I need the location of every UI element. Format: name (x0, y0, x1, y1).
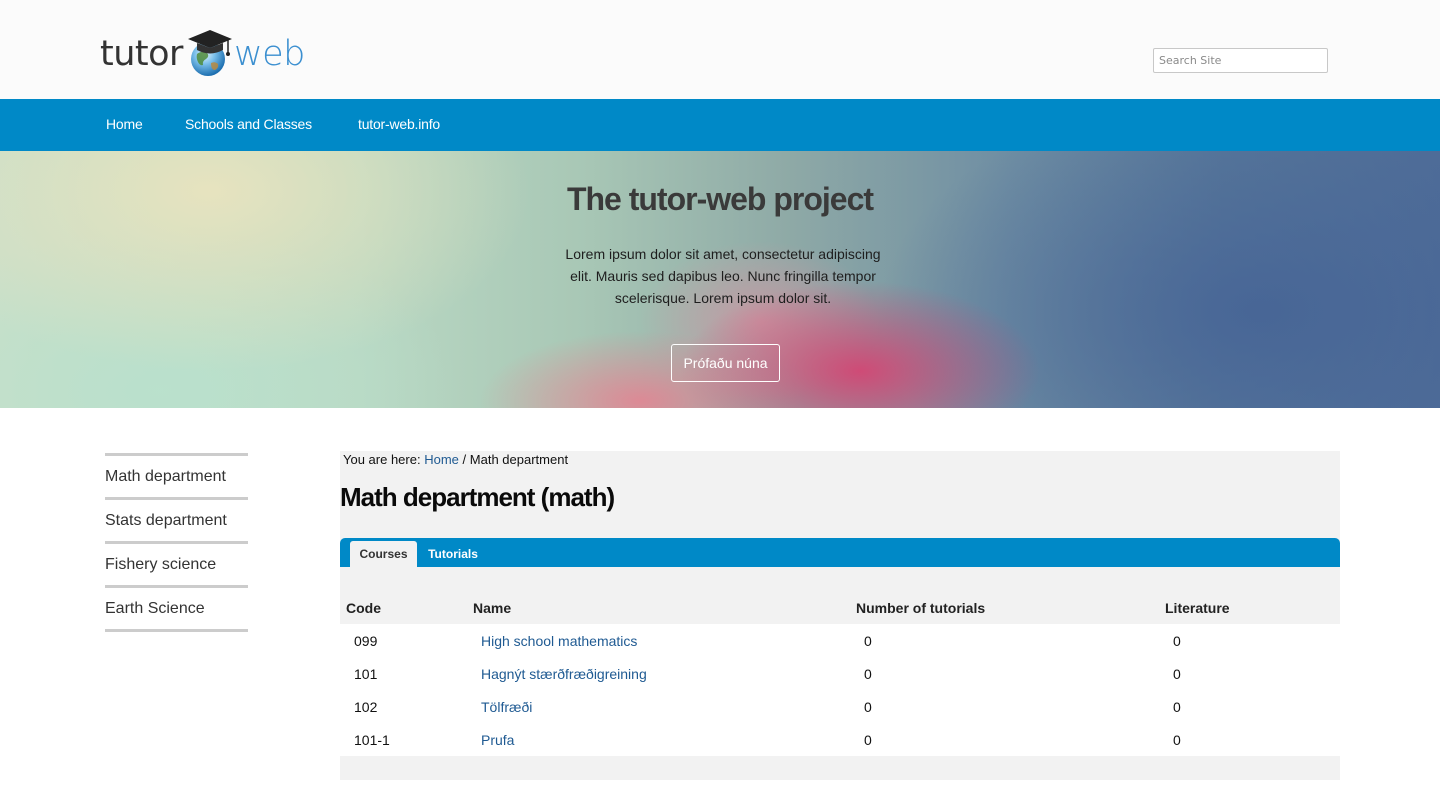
cell-tutorials: 0 (864, 666, 872, 682)
table-row: 101 Hagnýt stærðfræðigreining 0 0 (340, 657, 1340, 690)
cell-code: 099 (354, 633, 378, 649)
breadcrumb-separator: / (462, 452, 467, 467)
main-content: You are here: Home / Math department Mat… (340, 451, 1340, 780)
column-header-number-of-tutorials[interactable]: Number of tutorials (856, 600, 985, 616)
course-link[interactable]: Prufa (481, 732, 514, 748)
cell-literature: 0 (1173, 633, 1181, 649)
cell-code: 101-1 (354, 732, 390, 748)
cell-code: 101 (354, 666, 378, 682)
logo-text-web: web (233, 33, 305, 74)
cell-tutorials: 0 (864, 699, 872, 715)
cell-literature: 0 (1173, 732, 1181, 748)
nav-tutor-web-info[interactable]: tutor-web.info (358, 99, 440, 151)
hero-title: The tutor-web project (566, 181, 874, 217)
sidebar-item-fishery-science[interactable]: Fishery science (105, 541, 248, 585)
course-link[interactable]: Hagnýt stærðfræðigreining (481, 666, 647, 682)
cell-tutorials: 0 (864, 633, 872, 649)
cell-literature: 0 (1173, 666, 1181, 682)
column-header-code[interactable]: Code (346, 600, 381, 616)
site-header: tutor web (0, 0, 1440, 99)
try-now-button[interactable]: Prófaðu núna (671, 344, 780, 382)
column-header-name[interactable]: Name (473, 600, 511, 616)
cell-literature: 0 (1173, 699, 1181, 715)
course-link[interactable]: High school mathematics (481, 633, 637, 649)
nav-schools-and-classes[interactable]: Schools and Classes (185, 99, 312, 151)
table-row: 101-1 Prufa 0 0 (340, 723, 1340, 756)
tab-bar: Courses Tutorials (340, 538, 1340, 567)
graduation-cap-globe-icon (180, 26, 236, 82)
sidebar-item-math-department[interactable]: Math department (105, 453, 248, 497)
breadcrumb-home-link[interactable]: Home (424, 452, 459, 467)
table-row: 102 Tölfræði 0 0 (340, 690, 1340, 723)
courses-table: 099 High school mathematics 0 0 101 Hagn… (340, 624, 1340, 756)
search-input[interactable] (1153, 48, 1328, 73)
hero-text: Lorem ipsum dolor sit amet, consectetur … (565, 246, 881, 306)
page-title: Math department (math) (340, 482, 615, 512)
table-row: 099 High school mathematics 0 0 (340, 624, 1340, 657)
cell-tutorials: 0 (864, 732, 872, 748)
breadcrumb-current: Math department (469, 452, 569, 467)
breadcrumb: You are here: Home / Math department (343, 452, 568, 467)
sidebar: Math department Stats department Fishery… (105, 453, 248, 632)
breadcrumb-prefix: You are here: (343, 452, 421, 467)
course-link[interactable]: Tölfræði (481, 699, 532, 715)
logo-text-tutor: tutor (100, 33, 183, 74)
hero-banner: The tutor-web project Lorem ipsum dolor … (0, 151, 1440, 408)
sidebar-item-stats-department[interactable]: Stats department (105, 497, 248, 541)
nav-home[interactable]: Home (106, 99, 143, 151)
site-logo[interactable]: tutor web (100, 26, 305, 82)
tab-tutorials[interactable]: Tutorials (422, 541, 484, 567)
sidebar-item-earth-science[interactable]: Earth Science (105, 585, 248, 629)
main-nav: Home Schools and Classes tutor-web.info (0, 99, 1440, 151)
tab-courses[interactable]: Courses (350, 541, 417, 567)
column-header-literature[interactable]: Literature (1165, 600, 1230, 616)
cell-code: 102 (354, 699, 378, 715)
